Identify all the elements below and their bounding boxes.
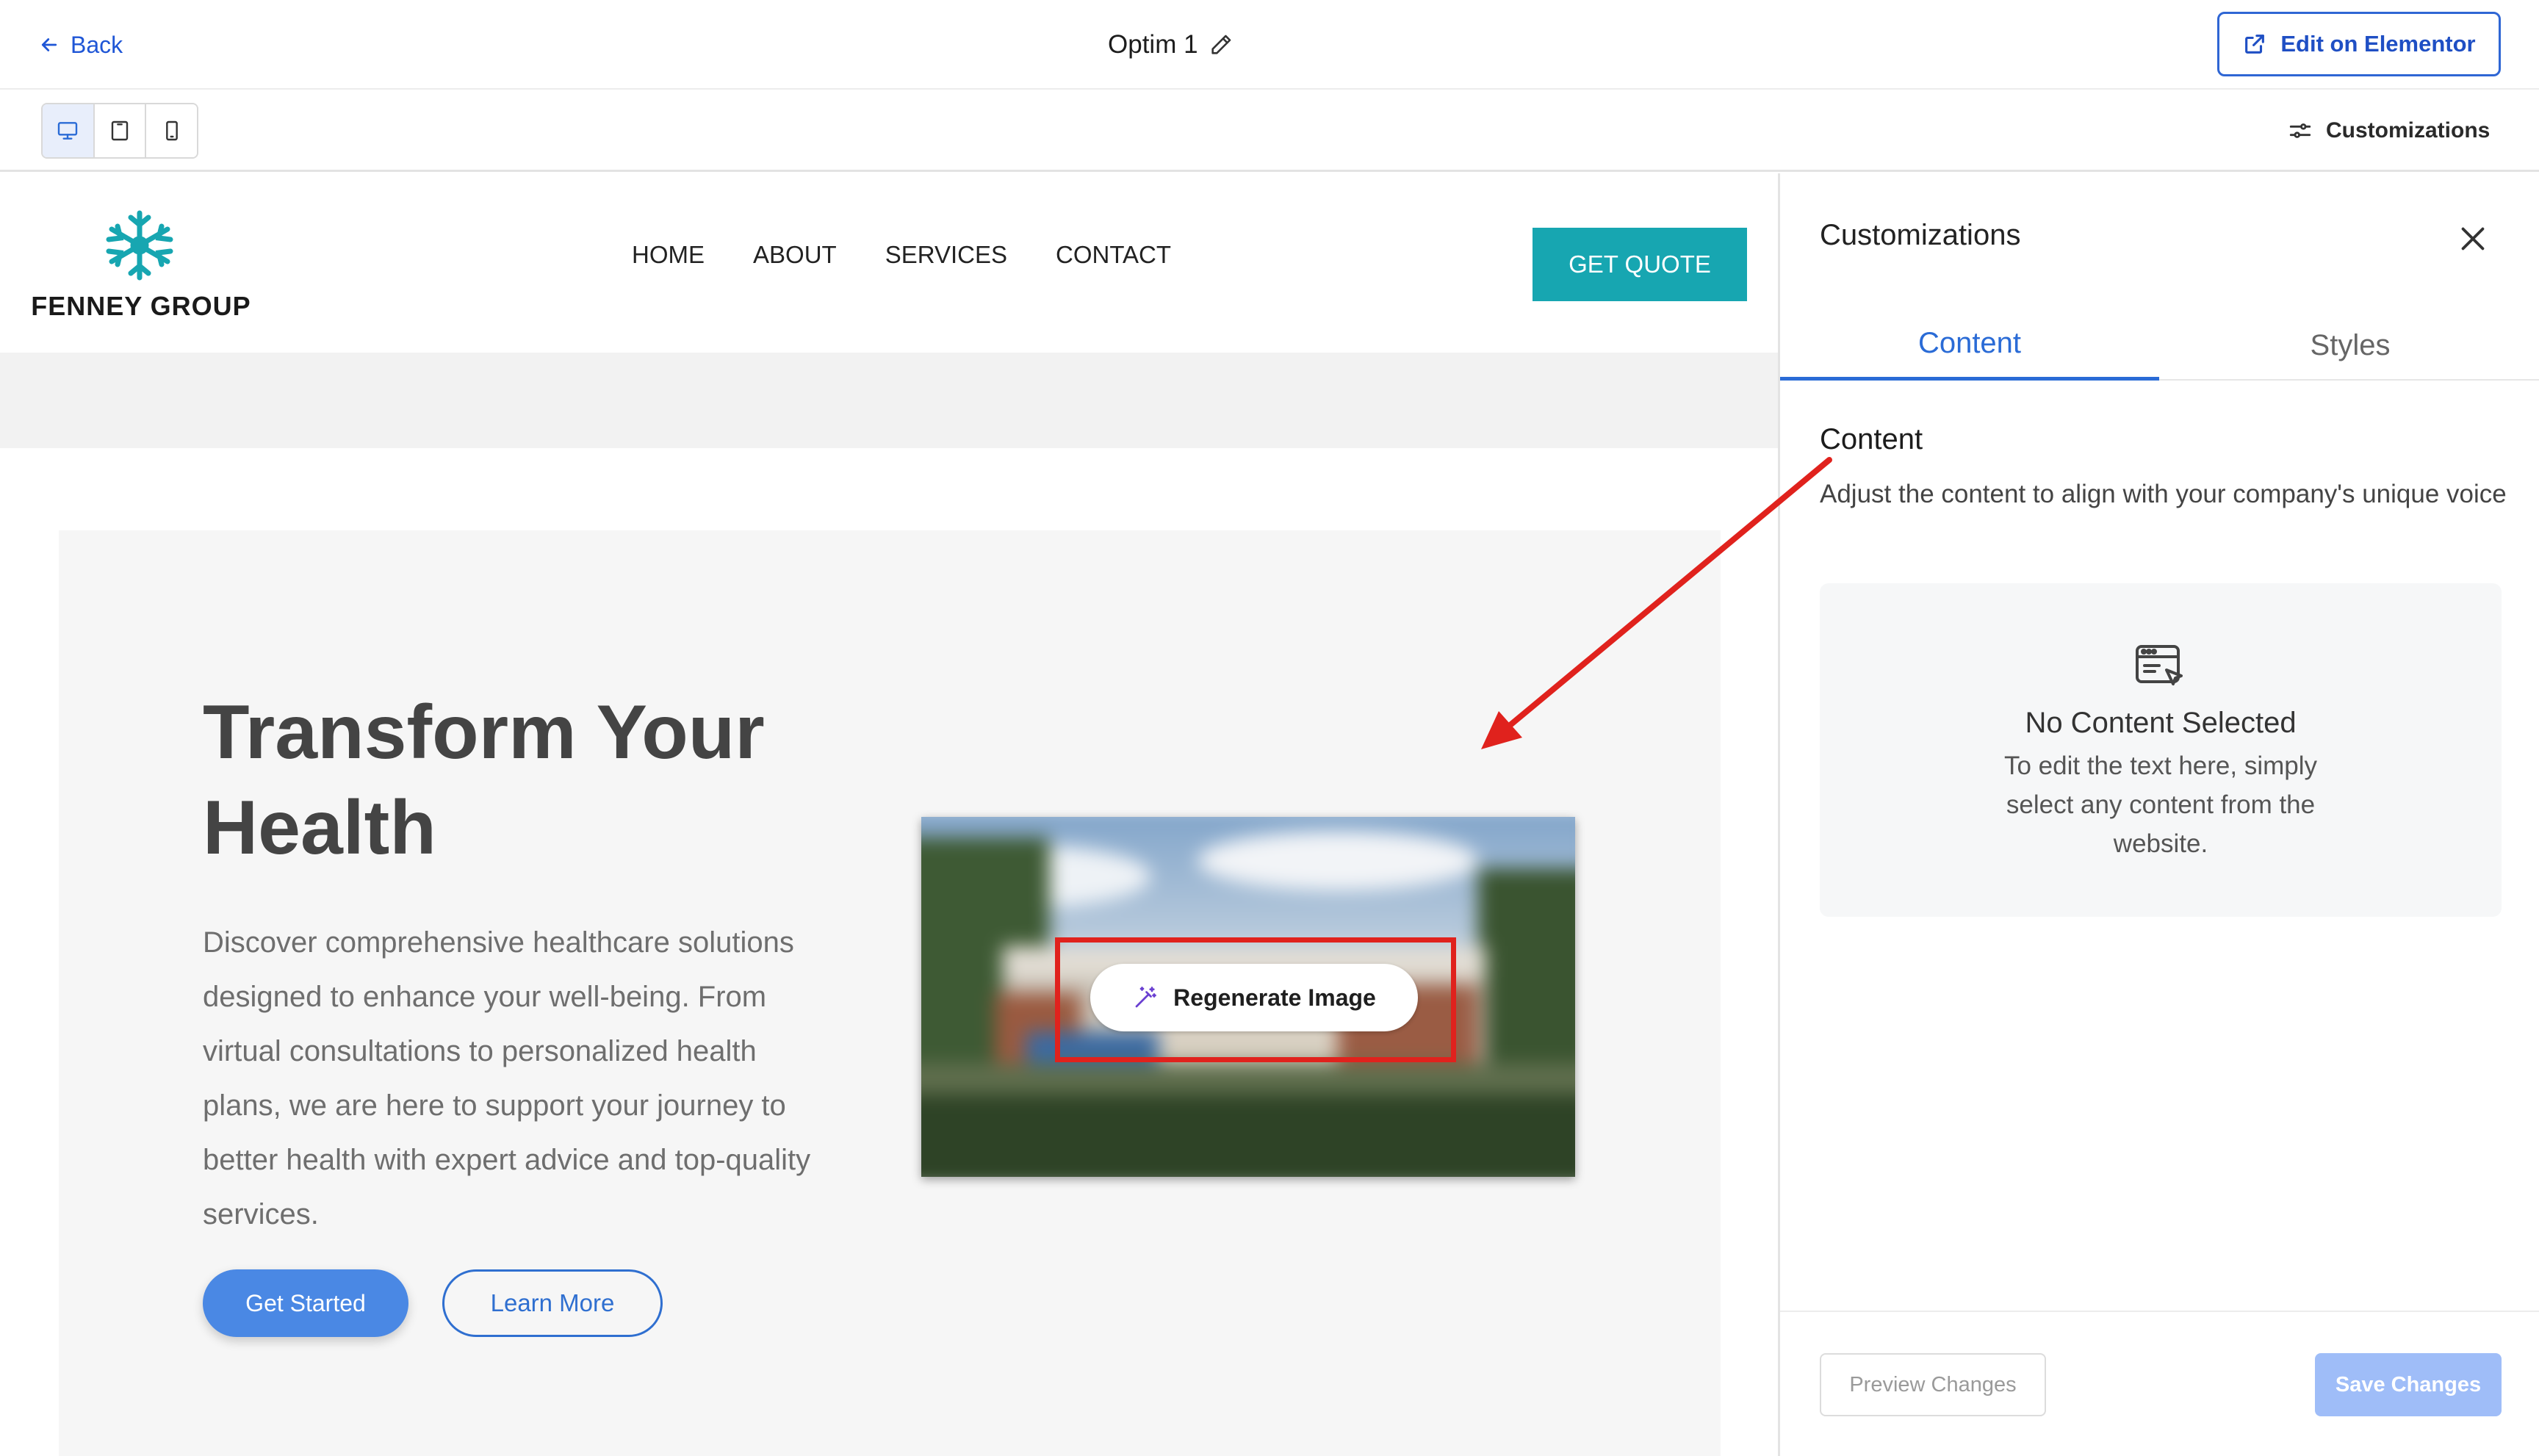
- nav-home[interactable]: HOME: [632, 241, 705, 279]
- regenerate-image-label: Regenerate Image: [1173, 984, 1376, 1011]
- get-started-button[interactable]: Get Started: [203, 1269, 408, 1337]
- preview-changes-button[interactable]: Preview Changes: [1820, 1353, 2046, 1416]
- empty-state-title: No Content Selected: [2025, 707, 2297, 739]
- nav-about[interactable]: ABOUT: [753, 241, 837, 279]
- pencil-icon[interactable]: [1209, 32, 1234, 57]
- get-quote-button[interactable]: GET QUOTE: [1533, 228, 1747, 301]
- hero-description[interactable]: Discover comprehensive healthcare soluti…: [203, 915, 842, 1241]
- arrow-left-icon: [41, 38, 57, 51]
- browser-cursor-icon: [2136, 645, 2183, 685]
- content-section-description: Adjust the content to align with your co…: [1820, 480, 2507, 508]
- empty-state-description: To edit the text here, simply select any…: [2003, 752, 2318, 858]
- close-icon[interactable]: [2456, 222, 2490, 256]
- top-bar: Back Optim 1 Edit on Elementor: [0, 0, 2539, 90]
- magic-wand-icon: [1135, 987, 1157, 1008]
- edit-on-elementor-label: Edit on Elementor: [2280, 31, 2476, 57]
- hero-title[interactable]: Transform Your Health: [203, 685, 864, 876]
- snowflake-logo-icon: [106, 210, 173, 281]
- panel-footer: Preview Changes Save Changes: [1780, 1311, 2539, 1456]
- tablet-icon: [111, 120, 129, 141]
- gray-band: [0, 353, 1778, 448]
- tab-styles[interactable]: Styles: [2161, 310, 2539, 381]
- learn-more-button[interactable]: Learn More: [442, 1269, 663, 1337]
- nav-services[interactable]: SERVICES: [885, 241, 1007, 279]
- edit-on-elementor-button[interactable]: Edit on Elementor: [2217, 12, 2501, 76]
- tab-content[interactable]: Content: [1780, 310, 2159, 381]
- save-changes-button[interactable]: Save Changes: [2315, 1353, 2502, 1416]
- empty-state-card: No Content Selected To edit the text her…: [1820, 583, 2502, 917]
- device-switcher: [41, 103, 198, 159]
- customizations-toggle-label: Customizations: [2326, 118, 2491, 143]
- mobile-view-button[interactable]: [146, 104, 197, 157]
- device-toolbar: Customizations: [0, 90, 2539, 172]
- desktop-view-button[interactable]: [43, 104, 95, 157]
- regenerate-image-button[interactable]: Regenerate Image: [1090, 964, 1418, 1031]
- website-preview: FENNEY GROUP HOME ABOUT SERVICES CONTACT…: [0, 173, 1778, 1456]
- logo-text: FENNEY GROUP: [31, 291, 251, 321]
- panel-tabs: Content Styles: [1780, 310, 2539, 381]
- mobile-icon: [165, 120, 178, 141]
- customizations-panel: Customizations Content Styles Content Ad…: [1778, 173, 2539, 1456]
- content-section-heading: Content: [1820, 423, 1923, 455]
- back-label: Back: [71, 31, 123, 58]
- document-title-text: Optim 1: [1108, 30, 1198, 59]
- hero-section[interactable]: Transform Your Health Discover comprehen…: [59, 530, 1721, 1456]
- tablet-view-button[interactable]: [94, 104, 147, 157]
- panel-title: Customizations: [1820, 219, 2021, 251]
- nav-contact[interactable]: CONTACT: [1056, 241, 1171, 279]
- customizations-toggle[interactable]: Customizations: [2288, 110, 2490, 151]
- desktop-icon: [58, 122, 78, 140]
- document-title[interactable]: Optim 1: [1108, 25, 1234, 65]
- external-link-icon: [2245, 35, 2265, 54]
- site-header: FENNEY GROUP HOME ABOUT SERVICES CONTACT…: [0, 173, 1778, 353]
- site-nav: HOME ABOUT SERVICES CONTACT: [632, 241, 1171, 279]
- back-link[interactable]: Back: [38, 26, 123, 63]
- sliders-icon: [2289, 123, 2311, 138]
